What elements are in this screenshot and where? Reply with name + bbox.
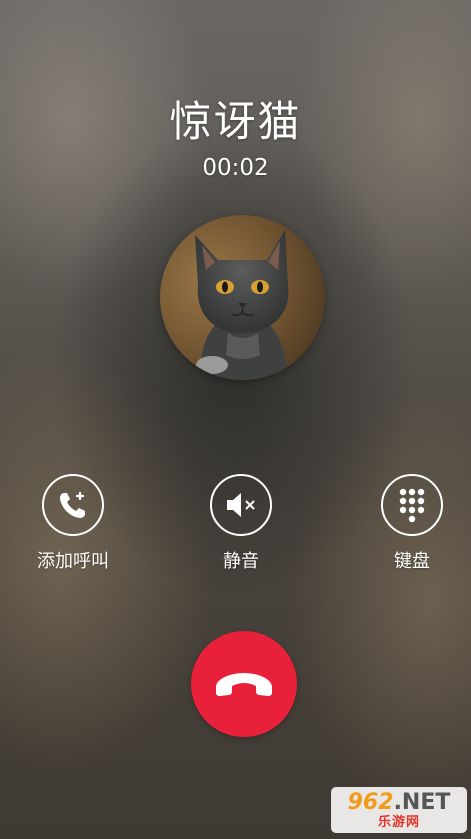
- end-call-button[interactable]: [191, 631, 297, 737]
- hang-up-icon: [216, 673, 272, 696]
- site-watermark-logo: 962.NET 乐游网: [331, 787, 467, 833]
- watermark-suffix: .NET: [393, 789, 451, 815]
- add-call-label: 添加呼叫: [37, 551, 109, 572]
- cat-photo: [160, 215, 325, 380]
- watermark-number: 962: [347, 789, 394, 815]
- call-timer: 00:02: [202, 155, 269, 181]
- keypad-label: 键盘: [394, 551, 430, 572]
- mute-label: 静音: [223, 551, 259, 572]
- add-call-circle[interactable]: [42, 474, 104, 536]
- phone-plus-icon: [60, 492, 85, 518]
- mute-circle[interactable]: [210, 474, 272, 536]
- watermark-brand: 962.NET: [347, 789, 451, 815]
- speaker-mute-icon: [227, 493, 255, 517]
- keypad-circle[interactable]: [381, 474, 443, 536]
- keypad-button[interactable]: 键盘: [342, 474, 471, 573]
- dialpad-icon: [399, 488, 425, 523]
- add-call-button[interactable]: 添加呼叫: [3, 474, 143, 573]
- caller-name: 惊讶猫: [169, 97, 302, 146]
- mute-button[interactable]: 静音: [171, 474, 311, 573]
- watermark-subtitle: 乐游网: [377, 814, 420, 830]
- caller-avatar: [160, 215, 325, 380]
